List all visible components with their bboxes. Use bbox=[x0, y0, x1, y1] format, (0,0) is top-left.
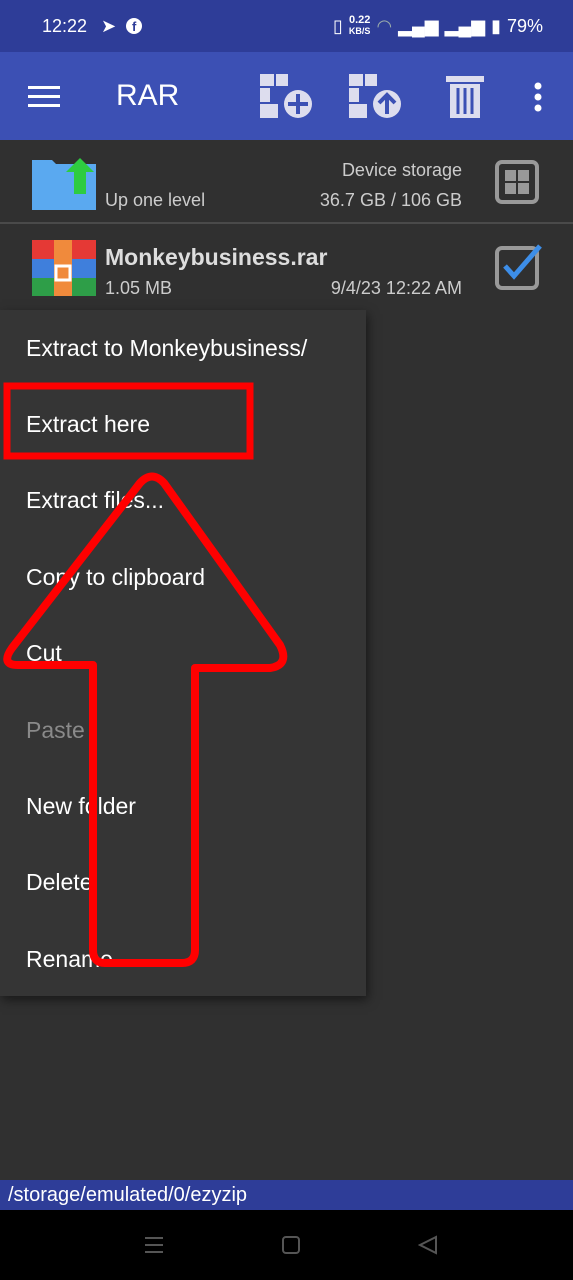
rar-file-icon bbox=[32, 240, 96, 296]
up-one-level-row[interactable]: Up one level Device storage 36.7 GB / 10… bbox=[0, 140, 573, 224]
file-date: 9/4/23 12:22 AM bbox=[330, 278, 462, 298]
status-bar: 12:22 ➤ f ▯ 0.22 KB/S ◠ ▂▄▆ ▂▄▆ ▮ 79% bbox=[0, 0, 573, 52]
toolbar: RAR bbox=[0, 52, 573, 140]
menu-item-cut[interactable]: Cut bbox=[0, 616, 366, 692]
add-archive-icon[interactable] bbox=[260, 74, 312, 120]
file-checkbox[interactable] bbox=[495, 244, 545, 290]
signal-icon: ▂▄▆ bbox=[398, 15, 439, 36]
battery-icon: ▮ bbox=[491, 15, 501, 36]
current-path: /storage/emulated/0/ezyzip bbox=[0, 1180, 573, 1210]
app-title: RAR bbox=[116, 79, 180, 112]
more-options-icon[interactable] bbox=[532, 82, 544, 112]
net-speed: 0.22 bbox=[348, 14, 371, 26]
back-icon[interactable] bbox=[418, 1235, 438, 1255]
signal-icon-2: ▂▄▆ bbox=[444, 15, 486, 36]
menu-item-extract-files[interactable]: Extract files... bbox=[0, 463, 366, 539]
menu-item-extract-here[interactable]: Extract here bbox=[0, 386, 366, 462]
telegram-icon: ➤ bbox=[101, 15, 117, 36]
menu-item-paste: Paste bbox=[26, 716, 85, 743]
menu-item-extract-to[interactable]: Extract to Monkeybusiness/ bbox=[0, 310, 366, 386]
extract-archive-icon[interactable] bbox=[349, 74, 401, 120]
battery-level: 79% bbox=[506, 15, 543, 36]
system-nav-bar bbox=[0, 1210, 573, 1280]
context-menu: Extract to Monkeybusiness/ Extract here … bbox=[0, 310, 366, 996]
menu-icon[interactable] bbox=[28, 84, 60, 108]
wifi-icon: ◠ bbox=[376, 15, 393, 36]
menu-item-new-folder[interactable]: New folder bbox=[0, 768, 366, 844]
storage-usage: 36.7 GB / 106 GB bbox=[319, 190, 462, 210]
menu-item-copy[interactable]: Copy to clipboard bbox=[0, 539, 366, 615]
menu-item-rename[interactable]: Rename bbox=[0, 921, 366, 997]
facebook-icon: f bbox=[126, 18, 143, 34]
delete-icon[interactable] bbox=[446, 74, 484, 120]
storage-name: Device storage bbox=[341, 160, 462, 180]
home-icon[interactable] bbox=[281, 1235, 301, 1255]
up-one-level-label: Up one level bbox=[105, 190, 206, 210]
menu-item-delete[interactable]: Delete bbox=[0, 845, 366, 921]
file-row[interactable]: Monkeybusiness.rar 1.05 MB 9/4/23 12:22 … bbox=[0, 226, 573, 310]
file-name: Monkeybusiness.rar bbox=[105, 244, 328, 270]
recents-icon[interactable] bbox=[144, 1235, 164, 1255]
folder-up-icon bbox=[32, 158, 96, 210]
net-unit: KB/S bbox=[348, 26, 371, 36]
vibrate-icon: ▯ bbox=[333, 15, 343, 36]
clock: 12:22 bbox=[42, 15, 88, 36]
file-size: 1.05 MB bbox=[105, 278, 173, 298]
grid-view-icon[interactable] bbox=[495, 160, 539, 204]
